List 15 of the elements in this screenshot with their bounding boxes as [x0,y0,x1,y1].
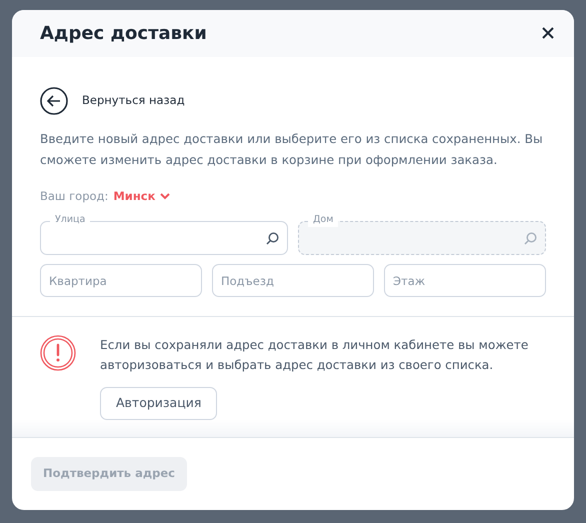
notice-text: Если вы сохраняли адрес доставки в личном кабинете вы можете авторизоваться и выбрать адрес доставки из своего списка. [100,337,530,374]
search-icon [524,232,537,245]
back-link[interactable]: Вернуться назад [40,86,185,115]
search-icon [266,232,279,245]
field-label: Дом [308,213,338,228]
intro-text: Введите новый адрес доставки или выберите его из списка сохраненных. Вы сможете изменить адрес доставки в корзине при оформлении заказа. [40,130,544,169]
chevron-icon [160,193,170,200]
dialog-title: Адрес доставки [40,22,207,44]
input-field[interactable]: Подъезд [212,264,374,298]
warning-icon [40,335,76,372]
input-field[interactable]: Квартира [40,264,202,298]
close-icon [542,27,554,40]
login-button[interactable]: Авторизация [100,387,218,420]
input-field[interactable]: Этаж [384,264,546,298]
city-label: Ваш город: [40,188,108,205]
